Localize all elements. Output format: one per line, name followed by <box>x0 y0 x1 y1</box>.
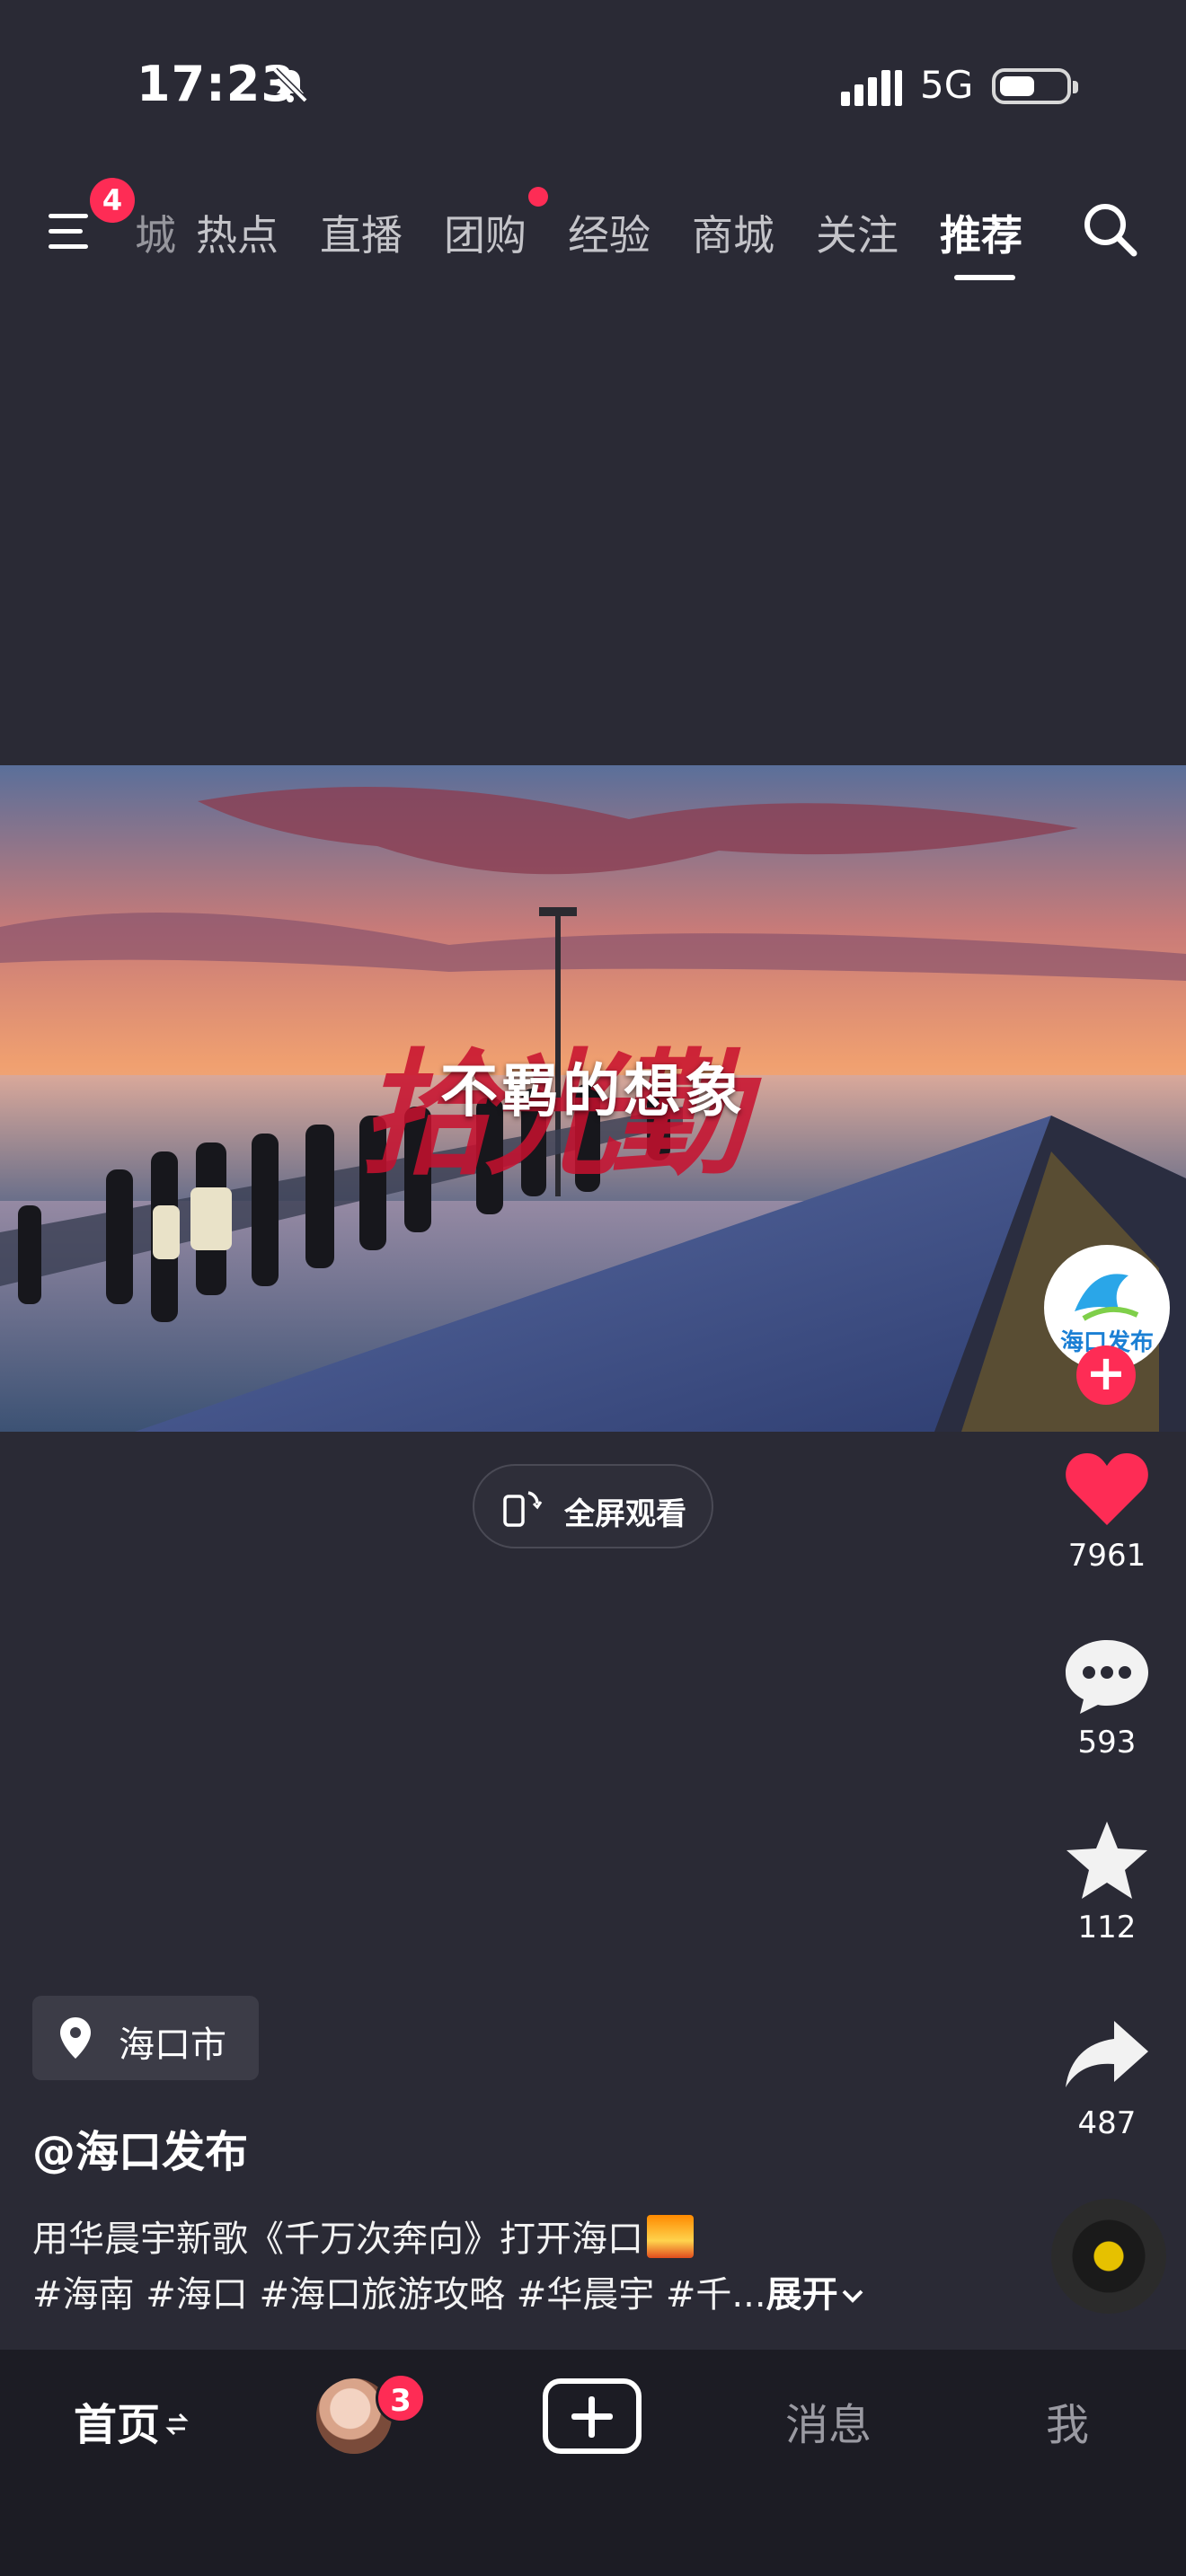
expand-link[interactable]: 展开 <box>766 2274 838 2316</box>
video-overlay-text: 不羁的想象 <box>440 1059 746 1125</box>
bottom-tab-bar: 首页 3 消息 我 <box>0 2350 1186 2576</box>
mute-bell-icon <box>272 67 308 103</box>
tab-hot[interactable]: 热点 <box>196 203 279 262</box>
heart-icon <box>1066 1453 1148 1525</box>
tab-me[interactable]: 我 <box>1046 2389 1089 2452</box>
tab-city-partial[interactable]: 城 <box>135 203 176 262</box>
tab-experience[interactable]: 经验 <box>568 203 651 262</box>
caption-text: 用华晨宇新歌《千万次奔向》打开海口 <box>32 2219 643 2260</box>
fullscreen-label: 全屏观看 <box>564 1496 686 1532</box>
tab-home[interactable]: 首页 <box>74 2389 189 2452</box>
rotate-screen-icon <box>503 1491 543 1527</box>
create-button[interactable] <box>543 2378 642 2454</box>
favorite-action[interactable]: 112 <box>1053 1820 1161 1945</box>
comment-count: 593 <box>1077 1725 1137 1760</box>
chevron-down-icon <box>842 2289 863 2303</box>
tab-notification-dot <box>528 187 548 207</box>
search-icon[interactable] <box>1078 198 1141 260</box>
fullscreen-button[interactable]: 全屏观看 <box>473 1464 713 1548</box>
favorite-count: 112 <box>1077 1910 1137 1945</box>
share-arrow-icon <box>1066 2021 1148 2087</box>
status-bar: 17:23 5G <box>0 0 1186 171</box>
author-name[interactable]: @海口发布 <box>32 2116 248 2179</box>
location-tag[interactable]: 海口市 <box>32 1996 259 2080</box>
comment-icon <box>1066 1640 1148 1714</box>
star-icon <box>1067 1822 1147 1899</box>
caption-line-1: 用华晨宇新歌《千万次奔向》打开海口 <box>32 2210 694 2262</box>
tab-live[interactable]: 直播 <box>320 203 403 262</box>
friends-badge: 3 <box>376 2373 426 2423</box>
tab-group-buy[interactable]: 团购 <box>444 203 527 262</box>
menu-badge: 4 <box>90 178 135 223</box>
tab-mall[interactable]: 商城 <box>692 203 774 262</box>
location-pin-icon <box>60 2017 91 2059</box>
share-count: 487 <box>1077 2105 1137 2141</box>
tab-recommend[interactable]: 推荐 <box>940 203 1022 262</box>
location-label: 海口市 <box>119 2025 226 2066</box>
like-action[interactable]: 7961 <box>1053 1448 1161 1574</box>
top-tab-bar: 4 城 热点 直播 团购 经验 商城 关注 推荐 <box>0 171 1186 296</box>
tab-home-label: 首页 <box>74 2400 161 2450</box>
share-action[interactable]: 487 <box>1053 2016 1161 2141</box>
follow-button[interactable]: + <box>1076 1345 1136 1405</box>
music-record-icon[interactable] <box>1051 2199 1166 2314</box>
active-tab-indicator <box>954 275 1015 280</box>
caption-line-2: #海南 #海口 #海口旅游攻略 #华晨宇 #千...展开 <box>32 2265 865 2317</box>
like-count: 7961 <box>1067 1538 1146 1574</box>
switch-arrows-icon <box>165 2413 189 2436</box>
tab-following[interactable]: 关注 <box>816 203 898 262</box>
network-label: 5G <box>920 63 974 107</box>
signal-icon <box>841 70 902 106</box>
battery-icon <box>992 68 1078 104</box>
comment-action[interactable]: 593 <box>1053 1635 1161 1760</box>
caption-hashtags[interactable]: #海南 #海口 #海口旅游攻略 #华晨宇 #千... <box>32 2274 766 2316</box>
tab-messages[interactable]: 消息 <box>785 2389 872 2452</box>
sunset-emoji-icon <box>647 2215 694 2258</box>
